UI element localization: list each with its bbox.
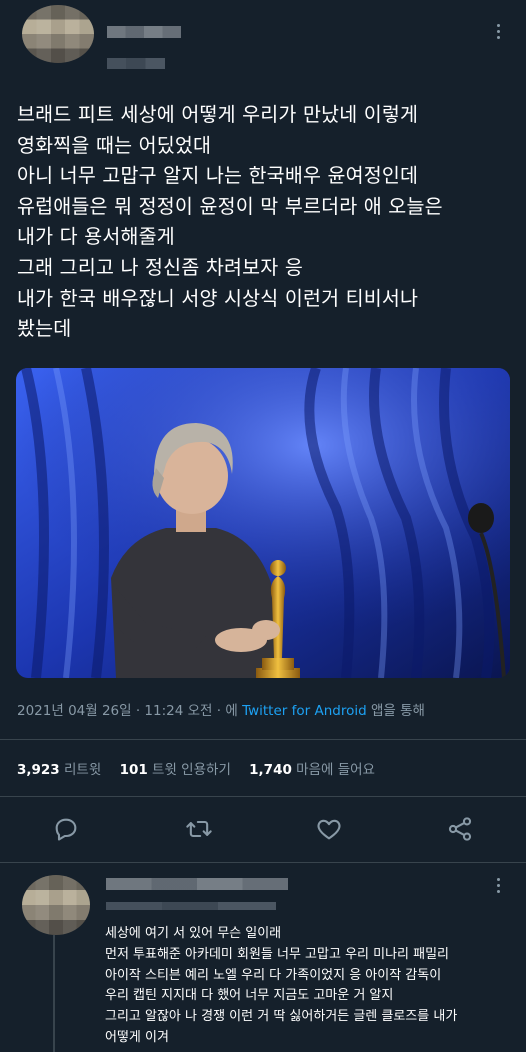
- quote-label[interactable]: 트윗 인용하기: [152, 762, 231, 778]
- share-button[interactable]: [446, 815, 474, 843]
- author-display-name[interactable]: [107, 26, 181, 38]
- divider: [0, 739, 526, 740]
- tweet-text-line: 봤는데: [17, 317, 72, 341]
- divider: [0, 862, 526, 863]
- reply-author-avatar[interactable]: [22, 875, 90, 935]
- tweet-text-line: 내가 다 용서해줄게: [17, 225, 175, 249]
- tweet-text: 브래드 피트 세상에 어떻게 우리가 만났네 이렇게 영화찍을 때는 어딨었대 …: [17, 100, 517, 345]
- retweet-label[interactable]: 리트윗: [64, 762, 101, 778]
- reply-button[interactable]: [52, 815, 80, 843]
- tweet-text-line: 내가 한국 배우잖니 서양 시상식 이런거 티비서나: [17, 286, 419, 310]
- tweet-timestamp: 2021년 04월 26일 · 11:24 오전 · 에 Twitter for…: [17, 699, 425, 719]
- reply-author-name[interactable]: [106, 878, 288, 890]
- tweet-text-line: 영화찍을 때는 어딨었대: [17, 133, 212, 157]
- tweet-photo[interactable]: [16, 368, 510, 678]
- thread-line: [53, 935, 55, 1052]
- reply-text: 세상에 여기 서 있어 무슨 일이래 먼저 투표해준 아카데미 회원들 너무 고…: [105, 924, 520, 1049]
- tweet-text-line: 유럽애들은 뭐 정정이 윤정이 막 부르더라 애 오늘은: [17, 194, 443, 218]
- tweet-text-line: 아니 너무 고맙구 알지 나는 한국배우 윤여정인데: [17, 164, 419, 188]
- reply-author-handle: [106, 902, 276, 910]
- reply-text-line: 세상에 여기 서 있어 무슨 일이래: [105, 926, 282, 941]
- quote-count[interactable]: 101: [120, 762, 148, 778]
- reply-text-line: 아이작 스티븐 예리 노엘 우리 다 가족이었지 응 아이작 감독이: [105, 967, 442, 983]
- tweet-source-suffix: 앱을 통해: [366, 703, 425, 719]
- divider: [0, 796, 526, 797]
- retweet-button[interactable]: [185, 815, 213, 843]
- tweet-stats: 3,923 리트윗 101 트윗 인용하기 1,740 마음에 들어요: [17, 758, 389, 778]
- reply-text-line: 우리 캡틴 지지대 다 했어 너무 지금도 고마운 거 알지: [105, 988, 394, 1004]
- like-count[interactable]: 1,740: [249, 762, 292, 778]
- retweet-icon: [186, 820, 212, 838]
- like-icon: [317, 819, 341, 840]
- reply-text-line: 먼저 투표해준 아카데미 회원들 너무 고맙고 우리 미나리 패밀리: [105, 946, 450, 962]
- tweet-text-line: 브래드 피트 세상에 어떻게 우리가 만났네 이렇게: [17, 103, 419, 126]
- reply-text-line: 그리고 알잖아 나 경쟁 이런 거 딱 싫어하거든 글렌 클로즈를 내가: [105, 1009, 458, 1025]
- reply-text-line: 어떻게 이겨: [105, 1029, 169, 1045]
- reply-icon: [55, 818, 77, 841]
- like-button[interactable]: [315, 815, 343, 843]
- tweet-source-link[interactable]: Twitter for Android: [242, 703, 367, 719]
- share-icon: [448, 817, 472, 841]
- tweet-text-line: 그래 그리고 나 정신좀 차려보자 응: [17, 255, 303, 279]
- more-icon[interactable]: [497, 24, 501, 39]
- tweet-datetime[interactable]: 2021년 04월 26일 · 11:24 오전 · 에: [17, 703, 242, 719]
- more-icon[interactable]: [497, 878, 501, 893]
- author-avatar[interactable]: [22, 5, 94, 63]
- like-label[interactable]: 마음에 들어요: [296, 762, 375, 778]
- retweet-count[interactable]: 3,923: [17, 762, 60, 778]
- author-handle: [107, 58, 165, 69]
